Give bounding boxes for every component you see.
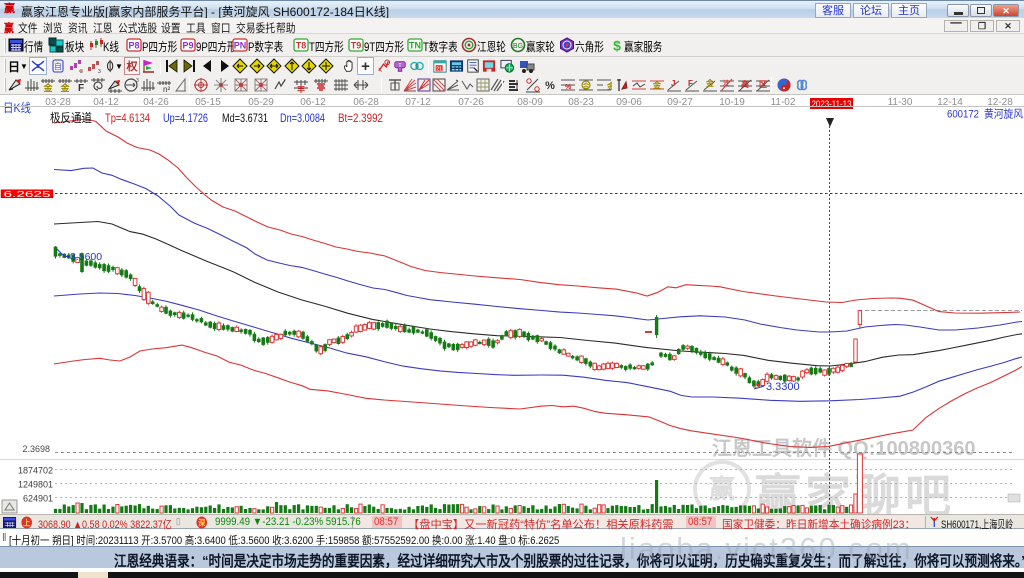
svg-text:进: 进 bbox=[723, 79, 729, 87]
svg-text:n²: n² bbox=[163, 85, 170, 93]
svg-text:%: % bbox=[565, 84, 572, 91]
svg-text:上: 上 bbox=[23, 517, 30, 528]
svg-text:Bt=2.3992: Bt=2.3992 bbox=[338, 111, 383, 125]
svg-text:Up=4.1726: Up=4.1726 bbox=[163, 111, 208, 125]
svg-text:极反通道: 极反通道 bbox=[50, 111, 92, 125]
svg-text:金: 金 bbox=[705, 78, 715, 88]
svg-text:3: 3 bbox=[136, 78, 139, 84]
svg-text:PN: PN bbox=[234, 41, 247, 51]
svg-text:P9: P9 bbox=[182, 41, 193, 51]
svg-text:Dn=3.0084: Dn=3.0084 bbox=[280, 111, 325, 125]
svg-text:BG: BG bbox=[513, 43, 523, 50]
svg-text:丰: 丰 bbox=[297, 84, 305, 93]
svg-text:日K线: 日K线 bbox=[3, 101, 31, 115]
svg-text:赢: 赢 bbox=[709, 474, 735, 504]
svg-text:金: 金 bbox=[652, 80, 662, 90]
svg-text:$: $ bbox=[415, 64, 419, 71]
svg-text:黄河旋风: 黄河旋风 bbox=[984, 107, 1023, 121]
svg-text:T8: T8 bbox=[296, 41, 307, 51]
svg-text:1874702: 1874702 bbox=[18, 466, 53, 476]
svg-text:3.5600: 3.5600 bbox=[70, 251, 102, 263]
svg-text:金: 金 bbox=[59, 82, 70, 93]
svg-text:自: 自 bbox=[54, 61, 62, 71]
svg-text:2.3698: 2.3698 bbox=[22, 444, 50, 454]
svg-text:金: 金 bbox=[42, 82, 53, 93]
svg-text:金: 金 bbox=[583, 81, 590, 90]
svg-text:F: F bbox=[688, 79, 693, 88]
svg-text:1249801: 1249801 bbox=[18, 480, 53, 490]
svg-text:J: J bbox=[671, 79, 675, 88]
svg-text:%: % bbox=[545, 80, 555, 92]
svg-text:Tp=4.6134: Tp=4.6134 bbox=[105, 111, 150, 125]
svg-text:21: 21 bbox=[436, 66, 442, 72]
svg-text:TN: TN bbox=[409, 41, 421, 51]
svg-text:600172: 600172 bbox=[947, 109, 979, 121]
svg-text:深: 深 bbox=[198, 517, 205, 528]
svg-text:$: $ bbox=[613, 38, 621, 54]
svg-text:F: F bbox=[78, 83, 84, 93]
svg-text:江恩工具软件 QQ:100800360: 江恩工具软件 QQ:100800360 bbox=[712, 436, 975, 460]
svg-text:": " bbox=[284, 79, 286, 85]
svg-text:3.3300: 3.3300 bbox=[766, 381, 800, 393]
svg-text:3: 3 bbox=[98, 69, 101, 74]
svg-text:2023-11-13: 2023-11-13 bbox=[812, 99, 852, 110]
svg-text:3: 3 bbox=[80, 69, 83, 74]
svg-text:6.2625: 6.2625 bbox=[4, 189, 51, 199]
svg-text:T9: T9 bbox=[351, 41, 362, 51]
svg-text:624901: 624901 bbox=[23, 494, 53, 504]
svg-text:金: 金 bbox=[606, 81, 612, 91]
svg-text:Md=3.6731: Md=3.6731 bbox=[222, 111, 268, 125]
svg-text:P8: P8 bbox=[128, 41, 139, 51]
